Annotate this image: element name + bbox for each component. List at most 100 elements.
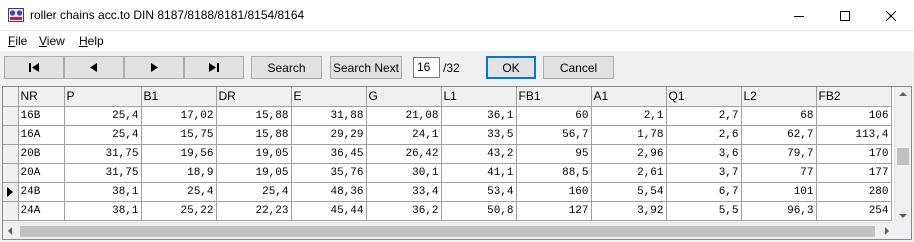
scroll-up-icon[interactable] (899, 92, 907, 96)
table-cell[interactable]: 20B (18, 144, 65, 164)
scroll-left-icon[interactable] (8, 227, 12, 235)
table-cell[interactable]: 38,1 (64, 182, 142, 202)
table-cell[interactable]: 17,02 (141, 106, 217, 126)
table-cell[interactable]: 20A (18, 163, 65, 183)
vertical-scroll-thumb[interactable] (897, 148, 909, 165)
table-row[interactable]: 20A 31,75 18,9 19,05 35,76 30,1 41,1 88,… (3, 163, 892, 183)
table-cell[interactable]: 254 (816, 201, 892, 221)
column-header[interactable]: DR (216, 87, 292, 107)
table-row-current[interactable]: 24B 38,1 25,4 25,4 48,36 33,4 53,4 160 5… (3, 182, 892, 202)
table-cell[interactable]: 160 (516, 182, 592, 202)
table-cell[interactable]: 36,45 (291, 144, 367, 164)
data-grid[interactable]: NR P B1 DR E G L1 FB1 A1 Q1 L2 FB2 16B 2… (2, 86, 912, 240)
table-cell[interactable]: 3,6 (666, 144, 742, 164)
table-cell[interactable]: 3,92 (591, 201, 667, 221)
table-cell[interactable]: 170 (816, 144, 892, 164)
table-cell[interactable]: 2,7 (666, 106, 742, 126)
table-cell[interactable]: 19,56 (141, 144, 217, 164)
table-cell[interactable]: 77 (741, 163, 817, 183)
table-cell[interactable]: 25,4 (64, 125, 142, 145)
cancel-button[interactable]: Cancel (543, 56, 614, 79)
table-cell[interactable]: 29,29 (291, 125, 367, 145)
table-cell[interactable]: 53,4 (441, 182, 517, 202)
table-cell[interactable]: 45,44 (291, 201, 367, 221)
column-header[interactable]: L2 (741, 87, 817, 107)
table-cell[interactable]: 113,4 (816, 125, 892, 145)
table-cell[interactable]: 41,1 (441, 163, 517, 183)
table-row[interactable]: 16B 25,4 17,02 15,88 31,88 21,08 36,1 60… (3, 106, 892, 126)
table-cell[interactable]: 5,54 (591, 182, 667, 202)
table-cell[interactable]: 50,8 (441, 201, 517, 221)
table-cell[interactable]: 25,4 (141, 182, 217, 202)
table-cell[interactable]: 101 (741, 182, 817, 202)
table-row[interactable]: 16A 25,4 15,75 15,88 29,29 24,1 33,5 56,… (3, 125, 892, 145)
table-cell[interactable]: 36,2 (366, 201, 442, 221)
table-cell[interactable]: 25,22 (141, 201, 217, 221)
table-cell[interactable]: 280 (816, 182, 892, 202)
maximize-button[interactable] (822, 0, 868, 31)
table-cell[interactable]: 177 (816, 163, 892, 183)
row-indicator[interactable] (3, 106, 19, 126)
table-cell[interactable]: 6,7 (666, 182, 742, 202)
table-cell[interactable]: 19,05 (216, 163, 292, 183)
table-cell[interactable]: 43,2 (441, 144, 517, 164)
table-row[interactable]: 20B 31,75 19,56 19,05 36,45 26,42 43,2 9… (3, 144, 892, 164)
table-cell[interactable]: 19,05 (216, 144, 292, 164)
table-cell[interactable]: 36,1 (441, 106, 517, 126)
table-cell[interactable]: 16B (18, 106, 65, 126)
table-cell[interactable]: 25,4 (64, 106, 142, 126)
table-cell[interactable]: 38,1 (64, 201, 142, 221)
column-header[interactable]: A1 (591, 87, 667, 107)
table-cell[interactable]: 3,7 (666, 163, 742, 183)
table-cell[interactable]: 33,4 (366, 182, 442, 202)
table-cell[interactable]: 79,7 (741, 144, 817, 164)
table-cell[interactable]: 62,7 (741, 125, 817, 145)
table-cell[interactable]: 15,75 (141, 125, 217, 145)
search-next-button[interactable]: Search Next (330, 56, 402, 79)
table-row[interactable]: 24A 38,1 25,22 22,23 45,44 36,2 50,8 127… (3, 201, 892, 221)
table-cell[interactable]: 56,7 (516, 125, 592, 145)
table-cell[interactable]: 2,6 (666, 125, 742, 145)
search-button[interactable]: Search (251, 56, 322, 79)
column-header[interactable]: NR (18, 87, 65, 107)
scroll-down-icon[interactable] (899, 214, 907, 218)
table-cell[interactable]: 16A (18, 125, 65, 145)
scroll-right-icon[interactable] (885, 227, 889, 235)
table-cell[interactable]: 30,1 (366, 163, 442, 183)
next-record-button[interactable] (124, 56, 184, 79)
column-header[interactable]: P (64, 87, 142, 107)
table-cell[interactable]: 2,1 (591, 106, 667, 126)
menu-file[interactable]: File (8, 34, 27, 48)
row-indicator[interactable] (3, 201, 19, 221)
table-cell[interactable]: 96,3 (741, 201, 817, 221)
table-cell[interactable]: 15,88 (216, 106, 292, 126)
table-cell[interactable]: 24A (18, 201, 65, 221)
table-cell[interactable]: 26,42 (366, 144, 442, 164)
menu-help[interactable]: Help (79, 34, 104, 48)
column-header[interactable]: B1 (141, 87, 217, 107)
table-cell[interactable]: 22,23 (216, 201, 292, 221)
table-cell[interactable]: 60 (516, 106, 592, 126)
menu-view[interactable]: View (39, 34, 65, 48)
table-cell[interactable]: 2,61 (591, 163, 667, 183)
vertical-scrollbar[interactable] (894, 87, 911, 223)
column-header[interactable]: L1 (441, 87, 517, 107)
minimize-button[interactable] (776, 0, 822, 31)
column-header[interactable]: G (366, 87, 442, 107)
table-cell[interactable]: 31,75 (64, 144, 142, 164)
table-cell[interactable]: 88,5 (516, 163, 592, 183)
column-header[interactable]: Q1 (666, 87, 742, 107)
table-cell[interactable]: 5,5 (666, 201, 742, 221)
horizontal-scrollbar[interactable] (3, 222, 894, 239)
table-cell[interactable]: 1,78 (591, 125, 667, 145)
table-cell[interactable]: 33,5 (441, 125, 517, 145)
column-header[interactable]: FB2 (816, 87, 892, 107)
row-indicator[interactable] (3, 163, 19, 183)
row-indicator[interactable] (3, 144, 19, 164)
close-button[interactable] (868, 0, 914, 31)
previous-record-button[interactable] (64, 56, 124, 79)
table-cell[interactable]: 31,88 (291, 106, 367, 126)
table-cell[interactable]: 48,36 (291, 182, 367, 202)
table-cell[interactable]: 24,1 (366, 125, 442, 145)
table-cell[interactable]: 127 (516, 201, 592, 221)
